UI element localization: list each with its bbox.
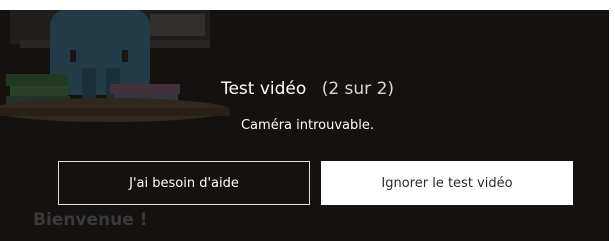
welcome-heading: Bienvenue ! bbox=[33, 210, 148, 230]
video-test-screen: Test vidéo (2 sur 2) Caméra introuvable.… bbox=[0, 0, 615, 241]
dialog-step-indicator: (2 sur 2) bbox=[321, 79, 395, 99]
dialog-title: Test vidéo (2 sur 2) bbox=[0, 78, 615, 100]
dialog-title-text: Test vidéo bbox=[220, 79, 307, 99]
video-test-dialog: Test vidéo (2 sur 2) Caméra introuvable.… bbox=[0, 0, 615, 241]
camera-status-message: Caméra introuvable. bbox=[240, 118, 374, 133]
need-help-button[interactable]: J'ai besoin d'aide bbox=[58, 161, 310, 205]
skip-video-test-button[interactable]: Ignorer le test vidéo bbox=[321, 161, 573, 205]
